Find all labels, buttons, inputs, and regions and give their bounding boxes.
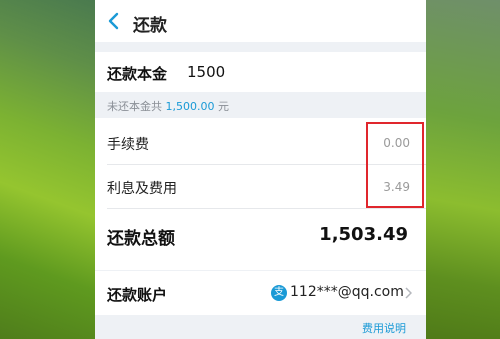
page-title: 还款	[133, 16, 167, 36]
principal-label: 还款本金	[107, 65, 168, 83]
account-value: 112***@qq.com	[290, 284, 404, 300]
principal-row[interactable]: 还款本金 1500	[95, 52, 426, 92]
note-amount: 1,500.00	[165, 100, 215, 113]
interest-label: 利息及费用	[107, 181, 177, 197]
fee-explanation-link[interactable]: 费用说明	[362, 320, 406, 336]
total-value: 1,503.49	[319, 224, 408, 245]
handling-fee-label: 手续费	[107, 137, 149, 153]
highlight-box	[366, 122, 424, 208]
back-arrow-icon[interactable]	[107, 11, 121, 31]
alipay-icon: 支	[271, 285, 287, 301]
total-label: 还款总额	[107, 229, 175, 249]
footer: 费用说明	[95, 315, 426, 339]
principal-input[interactable]: 1500	[187, 63, 225, 81]
principal-note: 未还本金共 1,500.00 元	[95, 92, 426, 118]
divider	[107, 208, 426, 209]
chevron-right-icon[interactable]	[404, 287, 412, 299]
note-text: 未还本金共 1,500.00 元	[107, 100, 229, 113]
background-right	[426, 0, 500, 339]
repay-account-row[interactable]: 还款账户 支 112***@qq.com	[95, 271, 426, 315]
background-left	[0, 0, 95, 339]
account-label: 还款账户	[107, 286, 168, 304]
header-bar: 还款	[95, 0, 426, 42]
